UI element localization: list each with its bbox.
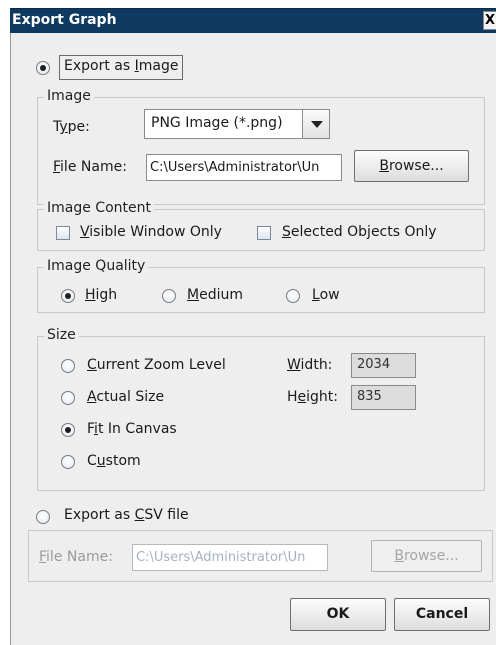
- actual-size-radio[interactable]: [61, 391, 75, 405]
- image-file-name-input[interactable]: C:\Users\Administrator\Un: [146, 154, 342, 181]
- custom-radio[interactable]: [61, 455, 75, 469]
- quality-low-label[interactable]: Low: [312, 287, 340, 303]
- quality-medium-label[interactable]: Medium: [187, 287, 243, 303]
- quality-medium-radio[interactable]: [162, 289, 176, 303]
- height-label: Height:: [287, 389, 339, 405]
- browse-button[interactable]: Browse...: [354, 150, 469, 182]
- quality-high-label[interactable]: High: [85, 287, 117, 303]
- quality-high-radio[interactable]: [61, 289, 75, 303]
- visible-window-only-checkbox[interactable]: [56, 226, 70, 240]
- export-as-csv-radio[interactable]: [36, 510, 50, 524]
- size-group-title: Size: [44, 327, 79, 343]
- current-zoom-level-label[interactable]: Current Zoom Level: [87, 357, 226, 373]
- width-label: Width:: [287, 357, 333, 373]
- cancel-button[interactable]: Cancel: [394, 598, 490, 631]
- csv-file-name-label: File Name:: [39, 549, 113, 565]
- export-as-csv-label[interactable]: Export as CSV file: [64, 507, 189, 523]
- image-group-title: Image: [44, 88, 94, 104]
- image-type-select[interactable]: PNG Image (*.png): [144, 109, 330, 139]
- image-quality-group-title: Image Quality: [44, 258, 149, 274]
- height-input[interactable]: 835: [351, 385, 416, 410]
- quality-low-radio[interactable]: [286, 289, 300, 303]
- fit-in-canvas-label[interactable]: Fit In Canvas: [87, 421, 177, 437]
- export-as-image-radio[interactable]: [36, 61, 50, 75]
- image-content-group-title: Image Content: [44, 200, 154, 216]
- csv-browse-button[interactable]: Browse...: [371, 540, 482, 572]
- file-name-label: File Name:: [53, 159, 127, 175]
- selected-objects-only-label[interactable]: Selected Objects Only: [282, 224, 437, 240]
- export-as-image-label[interactable]: Export as Image: [64, 58, 178, 74]
- ok-button[interactable]: OK: [290, 598, 386, 631]
- visible-window-only-label[interactable]: Visible Window Only: [80, 224, 222, 240]
- image-type-value: PNG Image (*.png): [151, 115, 283, 131]
- custom-label[interactable]: Custom: [87, 453, 141, 469]
- width-input[interactable]: 2034: [351, 353, 416, 378]
- chevron-down-icon[interactable]: [302, 110, 329, 138]
- fit-in-canvas-radio[interactable]: [61, 423, 75, 437]
- export-graph-dialog: Export as Image Image Type: PNG Image (*…: [10, 33, 496, 645]
- window-title: Export Graph: [12, 12, 117, 28]
- actual-size-label[interactable]: Actual Size: [87, 389, 164, 405]
- current-zoom-level-radio[interactable]: [61, 359, 75, 373]
- type-label: Type:: [53, 119, 90, 135]
- title-bar: Export Graph X: [10, 8, 496, 33]
- csv-file-name-input[interactable]: C:\Users\Administrator\Un: [132, 544, 328, 571]
- selected-objects-only-checkbox[interactable]: [257, 226, 271, 240]
- close-button[interactable]: X: [483, 11, 496, 30]
